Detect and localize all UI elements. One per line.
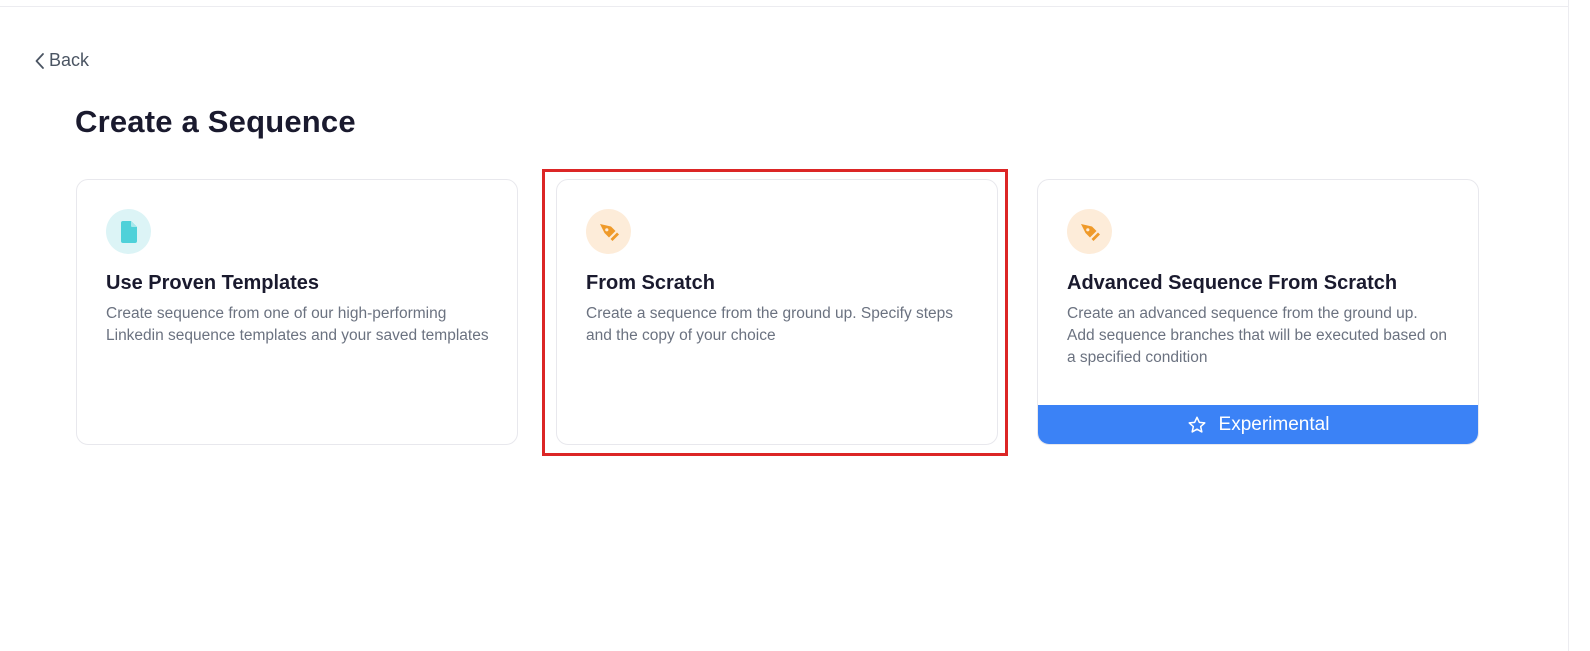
card-description-line: Create an advanced sequence from the gro… <box>1067 305 1418 322</box>
card-description: Create sequence from one of our high-per… <box>106 303 496 347</box>
pen-tool-icon <box>1067 209 1112 254</box>
card-description-line: Add sequence branches that will be execu… <box>1067 327 1448 366</box>
top-divider <box>0 6 1568 7</box>
card-title: From Scratch <box>586 272 715 294</box>
card-title: Advanced Sequence From Scratch <box>1067 272 1398 294</box>
card-title: Use Proven Templates <box>106 272 320 294</box>
create-sequence-page: Back Create a Sequence Use Proven Templa… <box>0 0 1590 651</box>
card-description-line: Create sequence from one of our high-per… <box>106 305 489 344</box>
card-advanced-sequence[interactable]: Advanced Sequence From Scratch Create an… <box>1037 179 1479 445</box>
card-description-line: Create a sequence from the ground up. Sp… <box>586 305 954 344</box>
card-use-proven-templates[interactable]: Use Proven Templates Create sequence fro… <box>76 179 518 445</box>
card-description: Create an advanced sequence from the gro… <box>1067 303 1457 369</box>
pen-tool-icon <box>586 209 631 254</box>
chevron-left-icon <box>35 52 44 69</box>
document-icon <box>106 209 151 254</box>
card-from-scratch[interactable]: From Scratch Create a sequence from the … <box>556 179 998 445</box>
experimental-badge: Experimental <box>1038 405 1478 444</box>
scrollbar-track <box>1568 0 1569 651</box>
star-icon <box>1188 416 1206 433</box>
back-label: Back <box>49 50 90 70</box>
card-description: Create a sequence from the ground up. Sp… <box>586 303 976 347</box>
back-link[interactable]: Back <box>34 50 89 71</box>
experimental-label: Experimental <box>1218 413 1330 435</box>
page-title: Create a Sequence <box>75 104 356 139</box>
